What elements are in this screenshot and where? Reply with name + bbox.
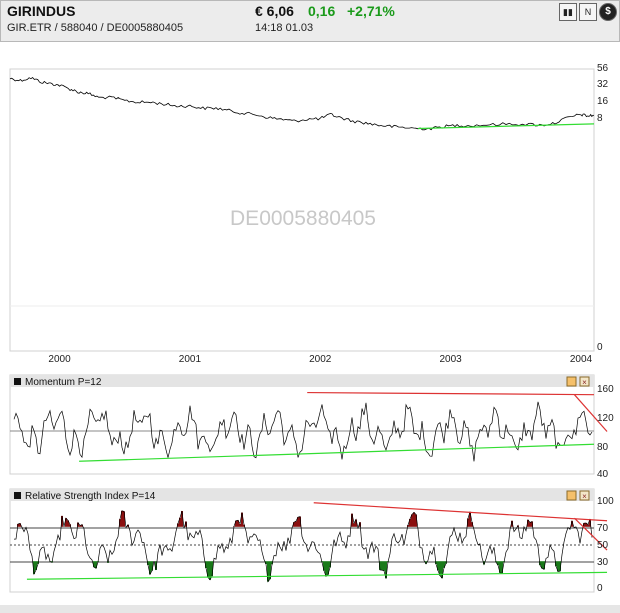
dollar-icon[interactable]: $ xyxy=(599,3,617,21)
overbought-fill xyxy=(413,512,415,527)
settings-icon[interactable] xyxy=(566,376,577,387)
momentum-title: Momentum P=12 xyxy=(25,377,102,388)
close-icon: × xyxy=(582,492,587,501)
legend-square-icon xyxy=(14,378,21,385)
y-tick: 16 xyxy=(597,96,609,107)
oversold-fill xyxy=(383,561,385,571)
rsi-title: Relative Strength Index P=14 xyxy=(25,491,156,502)
y-tick: 0 xyxy=(597,342,603,353)
y-tick: 80 xyxy=(597,442,609,453)
x-tick: 2002 xyxy=(309,354,332,365)
y-tick: 8 xyxy=(597,113,603,124)
price-chart-area: DE0005880405 56 32 16 8 0 2000 2001 2002 20… xyxy=(0,63,620,613)
x-tick: 2001 xyxy=(179,354,202,365)
overbought-fill xyxy=(295,521,297,527)
chart-type-icon[interactable]: ▮▮ xyxy=(559,3,577,21)
y-tick: 70 xyxy=(597,523,609,534)
y-tick: 160 xyxy=(597,384,614,395)
horizontal-scrollbar[interactable] xyxy=(0,605,620,613)
x-tick: 2004 xyxy=(570,354,593,365)
y-tick: 30 xyxy=(597,557,609,568)
news-icon[interactable]: N xyxy=(579,3,597,21)
y-tick: 40 xyxy=(597,469,609,480)
percent-change: +2,71% xyxy=(347,3,395,19)
momentum-panel xyxy=(9,374,595,475)
instrument-ids: GIR.ETR / 588040 / DE0005880405 xyxy=(7,22,184,34)
y-tick: 32 xyxy=(597,79,609,90)
y-tick: 50 xyxy=(597,540,609,551)
y-tick: 120 xyxy=(597,413,614,424)
oversold-fill xyxy=(381,561,383,571)
quote-header: GIRINDUS GIR.ETR / 588040 / DE0005880405… xyxy=(0,0,620,42)
x-tick: 2000 xyxy=(48,354,71,365)
overbought-fill xyxy=(529,522,531,527)
x-axis: 2000 2001 2002 2003 2004 xyxy=(48,354,592,365)
close-icon: × xyxy=(582,378,587,387)
x-tick: 2003 xyxy=(439,354,462,365)
watermark: DE0005880405 xyxy=(230,207,376,230)
legend-square-icon xyxy=(14,492,21,499)
y-tick: 0 xyxy=(597,583,603,594)
price-change: 0,16 xyxy=(308,3,336,19)
settings-icon[interactable] xyxy=(566,490,577,501)
instrument-name: GIRINDUS xyxy=(7,3,76,19)
last-price: € 6,06 xyxy=(255,3,294,19)
quote-time: 14:18 01.03 xyxy=(255,22,314,34)
y-tick: 56 xyxy=(597,63,609,74)
y-tick: 100 xyxy=(597,496,614,507)
